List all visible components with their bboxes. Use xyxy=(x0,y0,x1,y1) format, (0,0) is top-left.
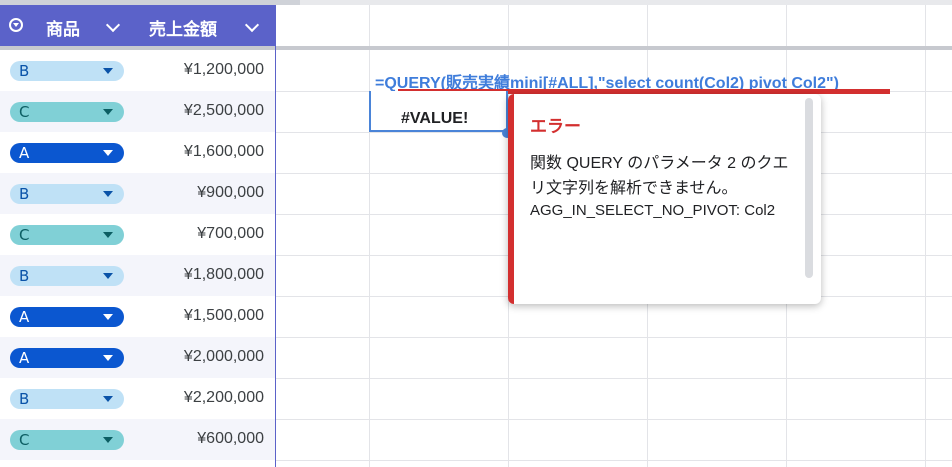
chevron-down-icon[interactable] xyxy=(244,17,260,33)
amount-cell[interactable]: ¥600,000 xyxy=(197,430,264,448)
chip-label: C xyxy=(19,431,30,449)
table-row[interactable]: B ¥1,200,000 xyxy=(0,50,275,91)
grid-line xyxy=(925,5,926,467)
table-body: B ¥1,200,000 C ¥2,500,000 A ¥1,600,000 B… xyxy=(0,50,275,460)
product-chip[interactable]: A xyxy=(10,143,124,163)
table-row[interactable]: A ¥1,600,000 xyxy=(0,132,275,173)
table-row[interactable]: B ¥900,000 xyxy=(0,173,275,214)
header-label-amount: 売上金額 xyxy=(149,20,217,40)
table-row[interactable]: C ¥2,500,000 xyxy=(0,91,275,132)
dropdown-arrow-icon[interactable] xyxy=(103,68,113,74)
product-chip[interactable]: B xyxy=(10,184,124,204)
amount-cell[interactable]: ¥700,000 xyxy=(197,225,264,243)
table-row[interactable]: A ¥2,000,000 xyxy=(0,337,275,378)
chip-label: B xyxy=(19,62,30,80)
product-chip[interactable]: B xyxy=(10,389,124,409)
dropdown-arrow-icon[interactable] xyxy=(103,232,113,238)
header-label-product: 商品 xyxy=(46,20,80,40)
chevron-down-icon[interactable] xyxy=(105,17,121,33)
chip-label: A xyxy=(19,144,30,162)
dropdown-circle-icon[interactable] xyxy=(9,18,23,32)
product-chip[interactable]: B xyxy=(10,61,124,81)
error-title: エラー xyxy=(530,117,581,137)
dropdown-arrow-icon[interactable] xyxy=(103,191,113,197)
amount-cell[interactable]: ¥2,000,000 xyxy=(184,348,264,366)
amount-cell[interactable]: ¥900,000 xyxy=(197,184,264,202)
table-header: 商品 売上金額 xyxy=(0,5,275,46)
product-chip[interactable]: C xyxy=(10,225,124,245)
amount-cell[interactable]: ¥1,200,000 xyxy=(184,61,264,79)
dropdown-arrow-icon[interactable] xyxy=(103,355,113,361)
table-row[interactable]: B ¥2,200,000 xyxy=(0,378,275,419)
dropdown-arrow-icon[interactable] xyxy=(103,273,113,279)
error-popup: エラー 関数 QUERY のパラメータ 2 のクエリ文字列を解析できません。 A… xyxy=(508,94,821,304)
product-chip[interactable]: A xyxy=(10,307,124,327)
amount-cell[interactable]: ¥2,500,000 xyxy=(184,102,264,120)
error-message-block: 関数 QUERY のパラメータ 2 のクエリ文字列を解析できません。 AGG_I… xyxy=(530,151,790,220)
error-message: 関数 QUERY のパラメータ 2 のクエリ文字列を解析できません。 xyxy=(530,155,789,197)
table-row[interactable]: C ¥700,000 xyxy=(0,214,275,255)
error-accent-bar xyxy=(508,94,514,304)
amount-cell[interactable]: ¥1,800,000 xyxy=(184,266,264,284)
grid-line xyxy=(276,378,952,379)
chip-label: B xyxy=(19,185,30,203)
chip-label: A xyxy=(19,349,30,367)
grid-line xyxy=(276,337,952,338)
grid-line xyxy=(276,419,952,420)
chip-label: B xyxy=(19,267,30,285)
header-cell-amount[interactable]: 売上金額 xyxy=(137,5,275,46)
frozen-column-divider[interactable] xyxy=(275,5,276,467)
table-row[interactable]: A ¥1,500,000 xyxy=(0,296,275,337)
dropdown-arrow-icon[interactable] xyxy=(103,437,113,443)
product-chip[interactable]: C xyxy=(10,430,124,450)
chip-label: C xyxy=(19,226,30,244)
dropdown-arrow-icon[interactable] xyxy=(103,396,113,402)
chip-label: A xyxy=(19,308,30,326)
product-chip[interactable]: C xyxy=(10,102,124,122)
header-cell-product[interactable]: 商品 xyxy=(0,5,137,46)
amount-cell[interactable]: ¥2,200,000 xyxy=(184,389,264,407)
product-chip[interactable]: A xyxy=(10,348,124,368)
dropdown-arrow-icon[interactable] xyxy=(103,109,113,115)
grid-line xyxy=(276,460,952,461)
chip-label: B xyxy=(19,390,30,408)
grid-line xyxy=(369,5,370,467)
chip-label: C xyxy=(19,103,30,121)
dropdown-arrow-icon[interactable] xyxy=(103,150,113,156)
table-row[interactable]: B ¥1,800,000 xyxy=(0,255,275,296)
dropdown-arrow-icon[interactable] xyxy=(103,314,113,320)
amount-cell[interactable]: ¥1,600,000 xyxy=(184,143,264,161)
cell-error-value[interactable]: #VALUE! xyxy=(401,110,468,128)
table-row[interactable]: C ¥600,000 xyxy=(0,419,275,460)
amount-cell[interactable]: ¥1,500,000 xyxy=(184,307,264,325)
popup-scrollbar[interactable] xyxy=(805,98,813,278)
product-chip[interactable]: B xyxy=(10,266,124,286)
error-code: AGG_IN_SELECT_NO_PIVOT: Col2 xyxy=(530,202,776,219)
